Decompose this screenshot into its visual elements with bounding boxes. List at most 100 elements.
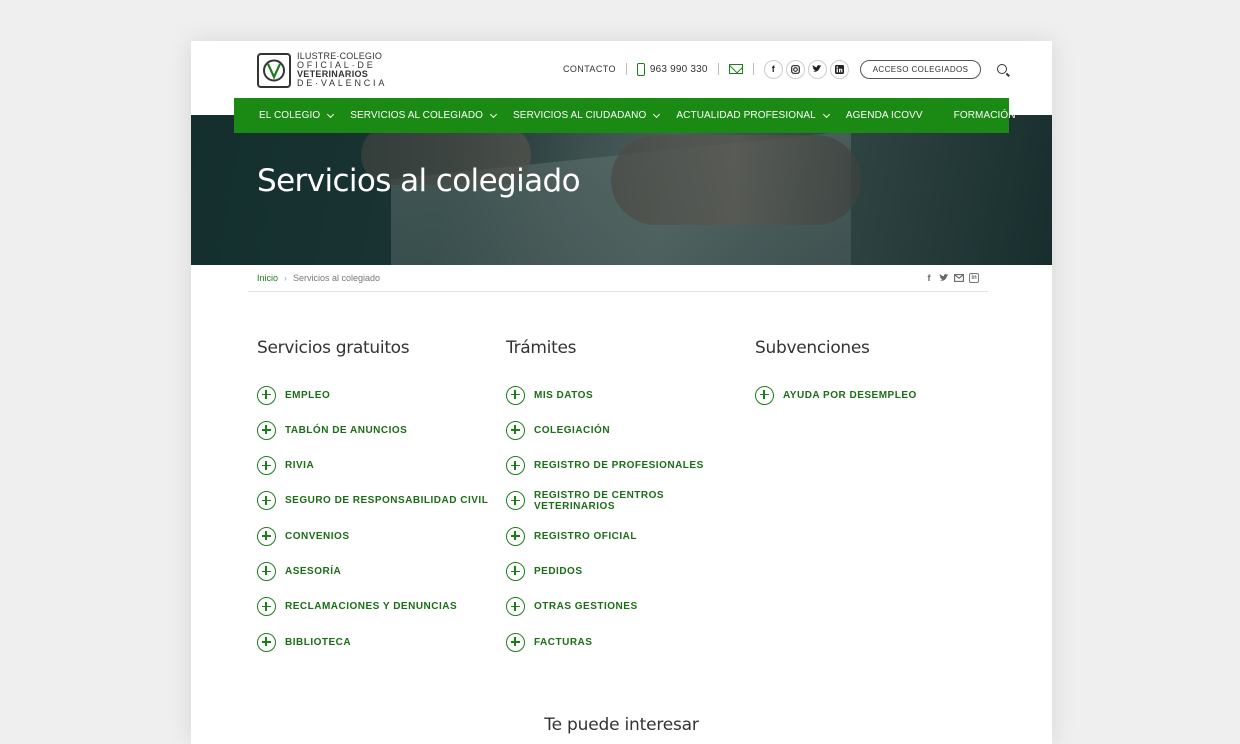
instagram-icon[interactable] (785, 59, 805, 79)
plus-circle-icon (257, 491, 276, 511)
list-item[interactable]: CONVENIOS (257, 526, 497, 546)
list-item-label: REGISTRO OFICIAL (534, 530, 637, 542)
list-item[interactable]: BIBLIOTECA (257, 632, 497, 652)
breadcrumb-home-link[interactable]: Inicio (257, 273, 278, 283)
nav-item-servicios-colegiado[interactable]: SERVICIOS AL COLEGIADO (350, 110, 498, 121)
service-list: AYUDA POR DESEMPLEO (755, 385, 995, 405)
search-icon[interactable] (997, 64, 1008, 74)
plus-circle-icon (506, 632, 525, 652)
list-item[interactable]: SEGURO DE RESPONSABILIDAD CIVIL (257, 491, 497, 511)
list-item[interactable]: ASESORÍA (257, 561, 497, 581)
list-item[interactable]: REGISTRO DE CENTROS VETERINARIOS (506, 489, 746, 512)
contact-link[interactable]: CONTACTO (563, 64, 616, 74)
column-title: Trámites (506, 338, 577, 358)
list-item[interactable]: RECLAMACIONES Y DENUNCIAS (257, 597, 497, 617)
list-item-label: COLEGIACIÓN (534, 424, 611, 436)
phone-number: 963 990 330 (649, 63, 708, 75)
list-item-label: REGISTRO DE CENTROS VETERINARIOS (534, 489, 665, 512)
list-item[interactable]: AYUDA POR DESEMPLEO (755, 385, 995, 405)
social-links: f (763, 59, 849, 79)
acceso-colegiados-button[interactable]: ACCESO COLEGIADOS (859, 59, 982, 79)
list-item-label: TABLÓN DE ANUNCIOS (285, 424, 408, 436)
list-item-label: OTRAS GESTIONES (534, 601, 638, 613)
list-item-label: FACTURAS (534, 636, 593, 648)
list-item-label: SEGURO DE RESPONSABILIDAD CIVIL (285, 495, 489, 507)
chevron-down-icon (327, 110, 335, 118)
plus-circle-icon (506, 526, 525, 546)
plus-circle-icon (257, 632, 276, 652)
plus-circle-icon (506, 491, 525, 511)
plus-circle-icon (257, 526, 276, 546)
list-item-label: PEDIDOS (534, 565, 583, 577)
logo-mark-icon (257, 52, 291, 88)
plus-circle-icon (506, 385, 525, 405)
phone-link[interactable]: 963 990 330 (636, 62, 708, 76)
chevron-down-icon (822, 110, 830, 118)
nav-item-servicios-ciudadano[interactable]: SERVICIOS AL CIUDADANO (513, 110, 661, 121)
twitter-icon[interactable] (807, 59, 827, 79)
column-title: Subvenciones (755, 338, 870, 358)
logo-text: ILUSTRE·COLEGIO OFICIAL·DE VETERINARIOS … (297, 52, 387, 88)
plus-circle-icon (506, 456, 525, 476)
plus-circle-icon (506, 597, 525, 617)
list-item[interactable]: FACTURAS (506, 632, 746, 652)
plus-circle-icon (257, 597, 276, 617)
list-item[interactable]: RIVIA (257, 456, 497, 476)
phone-icon (636, 62, 645, 76)
nav-item-label: SERVICIOS AL CIUDADANO (513, 110, 647, 121)
plus-circle-icon (257, 420, 276, 440)
nav-item-label: AGENDA ICOVV (845, 110, 923, 121)
breadcrumb-current: Servicios al colegiado (293, 273, 381, 283)
chevron-down-icon (653, 110, 661, 118)
list-item[interactable]: REGISTRO OFICIAL (506, 526, 746, 546)
nav-item-formacion[interactable]: FORMACIÓN (954, 110, 1016, 121)
list-item[interactable]: TABLÓN DE ANUNCIOS (257, 420, 497, 440)
divider (248, 291, 988, 292)
page-title: Servicios al colegiado (257, 163, 581, 199)
plus-circle-icon (506, 561, 525, 581)
list-item-label: RIVIA (285, 460, 315, 472)
nav-item-actualidad[interactable]: ACTUALIDAD PROFESIONAL (676, 110, 830, 121)
share-linkedin-icon[interactable]: in (969, 273, 979, 283)
chevron-down-icon (489, 110, 498, 118)
nav-item-label: ACTUALIDAD PROFESIONAL (676, 110, 816, 121)
divider (625, 63, 627, 75)
logo-line: DE·VALENCIA (297, 78, 388, 88)
nav-item-label: EL COLEGIO (259, 110, 321, 121)
hero-banner: Servicios al colegiado (191, 115, 1052, 265)
list-item-label: EMPLEO (285, 389, 331, 401)
share-facebook-icon[interactable]: f (924, 273, 934, 283)
page: ILUSTRE·COLEGIO OFICIAL·DE VETERINARIOS … (191, 41, 1052, 744)
divider (752, 63, 754, 75)
section-heading: Te puede interesar (544, 715, 699, 735)
plus-circle-icon (506, 420, 525, 440)
list-item-label: REGISTRO DE PROFESIONALES (534, 460, 704, 472)
list-item-label: BIBLIOTECA (285, 636, 352, 648)
plus-circle-icon (257, 456, 276, 476)
logo[interactable]: ILUSTRE·COLEGIO OFICIAL·DE VETERINARIOS … (257, 52, 387, 88)
top-bar: CONTACTO 963 990 330 f ACCESO COLEGIADOS (563, 58, 1008, 80)
column-subvenciones: Subvenciones AYUDA POR DESEMPLEO (755, 338, 995, 420)
list-item[interactable]: PEDIDOS (506, 561, 746, 581)
list-item[interactable]: COLEGIACIÓN (506, 420, 746, 440)
list-item[interactable]: EMPLEO (257, 385, 497, 405)
share-mail-icon[interactable] (954, 273, 964, 283)
divider (717, 63, 719, 75)
share-twitter-icon[interactable] (939, 273, 949, 283)
list-item[interactable]: MIS DATOS (506, 385, 746, 405)
mail-icon[interactable] (728, 64, 743, 74)
linkedin-icon[interactable] (829, 59, 849, 79)
list-item-label: MIS DATOS (534, 389, 594, 401)
nav-item-agenda[interactable]: AGENDA ICOVV (846, 110, 923, 121)
nav-item-el-colegio[interactable]: EL COLEGIO (259, 110, 335, 121)
nav-item-label: SERVICIOS AL COLEGIADO (350, 110, 484, 121)
nav-item-label: FORMACIÓN (953, 110, 1016, 121)
list-item[interactable]: OTRAS GESTIONES (506, 597, 746, 617)
list-item-label: CONVENIOS (285, 530, 350, 542)
facebook-icon[interactable]: f (763, 59, 783, 79)
list-item-label: ASESORÍA (285, 565, 342, 577)
chevron-right-icon: › (284, 273, 288, 283)
column-tramites: Trámites MIS DATOS COLEGIACIÓN REGISTRO … (506, 338, 746, 667)
plus-circle-icon (257, 561, 276, 581)
list-item[interactable]: REGISTRO DE PROFESIONALES (506, 456, 746, 476)
